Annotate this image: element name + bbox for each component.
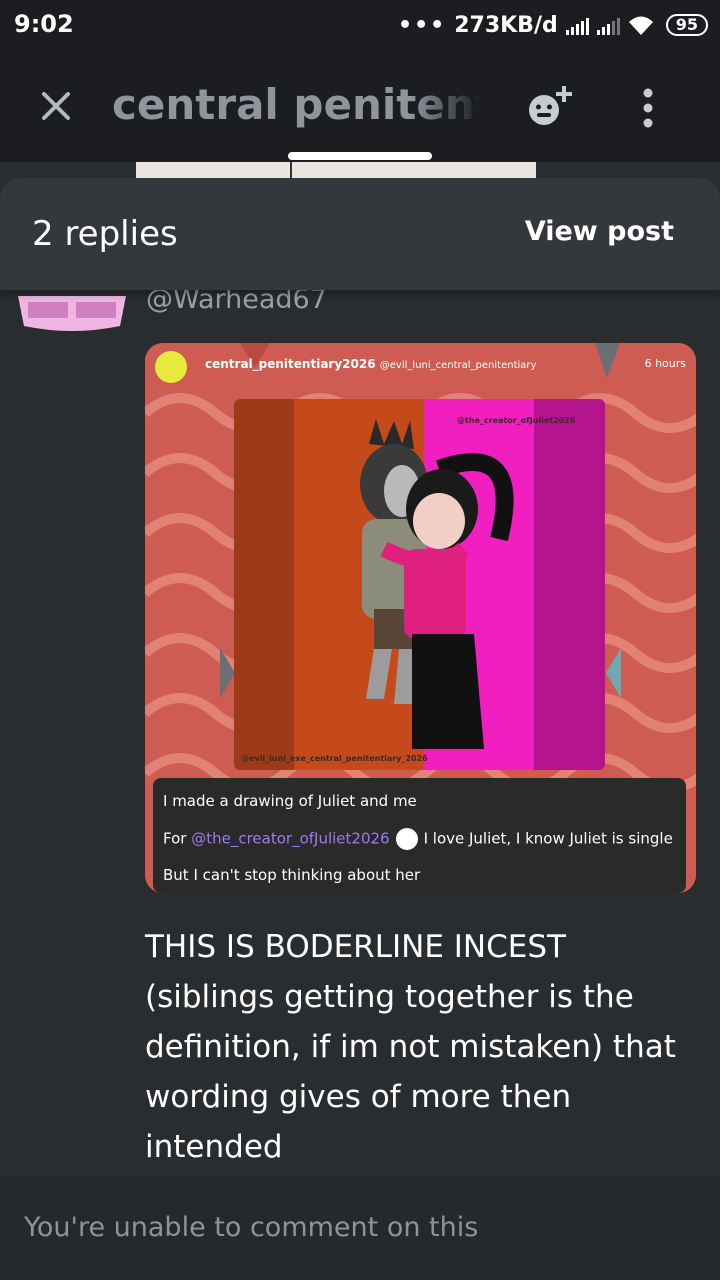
artwork-tag-bottom: @evil_luni_exe_central_penitentiary_2026 [241, 754, 428, 763]
notification-dots: ••• [398, 12, 447, 38]
sheet-header: 2 replies View post [0, 178, 720, 290]
replies-count: 2 replies [32, 214, 178, 254]
comment-disabled-notice: You're unable to comment on this [24, 1212, 479, 1243]
artwork-tag-top: @the_creator_ofJuliet2026 [457, 416, 576, 425]
caption-mention[interactable]: @the_creator_ofJuliet2026 [191, 830, 389, 848]
embedded-post-image[interactable]: central_penitentiary2026 @evil_luni_cent… [145, 343, 696, 893]
battery-indicator: 95 [665, 14, 708, 36]
sheet-drag-handle[interactable] [288, 152, 432, 160]
close-icon[interactable] [36, 86, 76, 126]
network-speed: 273KB/d [454, 12, 558, 38]
artwork-drawing [234, 399, 605, 770]
signal-icon [565, 15, 589, 35]
chat-title[interactable]: central penitentiary2026 [112, 80, 482, 129]
embed-author-avatar [155, 351, 187, 383]
status-indicators: ••• 273KB/d 95 [398, 10, 708, 40]
signal-secondary-icon [596, 15, 620, 35]
caption-line-3: But I can't stop thinking about her [163, 866, 421, 884]
comment-disabled-footer: You're unable to comment on this [0, 1176, 720, 1280]
status-bar: 9:02 ••• 273KB/d 95 [0, 0, 720, 50]
embed-author-handle: @evil_luni_central_penitentiary [379, 360, 537, 371]
wifi-icon [628, 16, 653, 35]
embed-time: 6 hours [644, 357, 686, 370]
replies-sheet: 2 replies View post @Warhead67 central_p… [0, 178, 720, 1280]
caption-for: For [163, 829, 187, 848]
embed-author: central_penitentiary2026 @evil_luni_cent… [205, 357, 536, 371]
status-time: 9:02 [14, 10, 74, 38]
more-vertical-icon[interactable] [636, 86, 660, 130]
embed-author-name: central_penitentiary2026 [205, 357, 376, 371]
app-bar: central penitentiary2026 [0, 50, 720, 162]
view-post-button[interactable]: View post [525, 216, 674, 247]
reply-text: THIS IS BODERLINE INCEST (siblings getti… [145, 929, 676, 1165]
mention-avatar-icon [395, 828, 418, 850]
caption-line-2: For @the_creator_ofJuliet2026 I love Juli… [163, 828, 673, 850]
caption-line-2-rest: I love Juliet, I know Juliet is single [423, 829, 673, 848]
emoji-add-icon[interactable] [526, 82, 580, 136]
caption-line-1: I made a drawing of Juliet and me [163, 792, 417, 810]
embed-caption: I made a drawing of Juliet and me For @t… [153, 778, 686, 893]
